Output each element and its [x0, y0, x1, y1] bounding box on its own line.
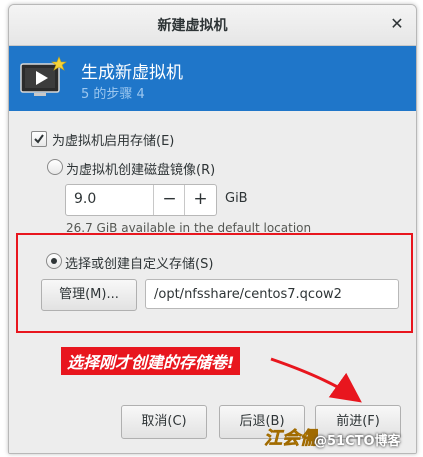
- svg-text:江会儒: 江会儒: [264, 428, 318, 449]
- close-button[interactable]: ✕: [387, 14, 407, 34]
- disk-size-spinbutton[interactable]: 9.0 − +: [65, 184, 217, 216]
- size-unit-label: GiB: [225, 191, 248, 206]
- monitor-play-icon: [20, 56, 67, 96]
- storage-panel: 为虚拟机启用存储(E) 为虚拟机创建磁盘镜像(R) 9.0 − + GiB 26…: [9, 111, 416, 453]
- wizard-banner: 生成新虚拟机 5 的步骤 4: [9, 46, 416, 111]
- storage-path-input[interactable]: [145, 279, 399, 309]
- watermark-text: @51CTO博客: [314, 434, 401, 449]
- enable-storage-checkbox[interactable]: [31, 131, 47, 147]
- window-title: 新建虚拟机: [157, 18, 228, 34]
- banner-title: 生成新虚拟机: [81, 63, 183, 83]
- decrease-button[interactable]: −: [153, 185, 185, 215]
- annotation-callout: 选择刚才创建的存储卷!: [61, 347, 241, 375]
- checkmark-icon: [34, 134, 44, 144]
- create-disk-radio[interactable]: [47, 159, 63, 175]
- watermark: 江会儒 @51CTO博客: [262, 418, 423, 457]
- custom-storage-radio[interactable]: [46, 253, 62, 269]
- new-vm-dialog: 新建虚拟机 ✕ 生成新虚拟机 5 的步骤 4 为虚拟机启用存储(E) 为虚拟机创…: [8, 4, 417, 454]
- watermark-logo: 江会儒: [264, 428, 318, 450]
- title-bar: 新建虚拟机 ✕: [9, 5, 416, 46]
- cancel-button[interactable]: 取消(C): [121, 405, 207, 439]
- enable-storage-label: 为虚拟机启用存储(E): [52, 134, 175, 149]
- increase-button[interactable]: +: [184, 185, 216, 215]
- disk-size-value[interactable]: 9.0: [74, 191, 96, 207]
- manage-button[interactable]: 管理(M)...: [41, 279, 137, 311]
- create-disk-label: 为虚拟机创建磁盘镜像(R): [66, 163, 216, 178]
- step-indicator: 5 的步骤 4: [81, 87, 145, 102]
- custom-storage-label: 选择或创建自定义存储(S): [65, 257, 214, 272]
